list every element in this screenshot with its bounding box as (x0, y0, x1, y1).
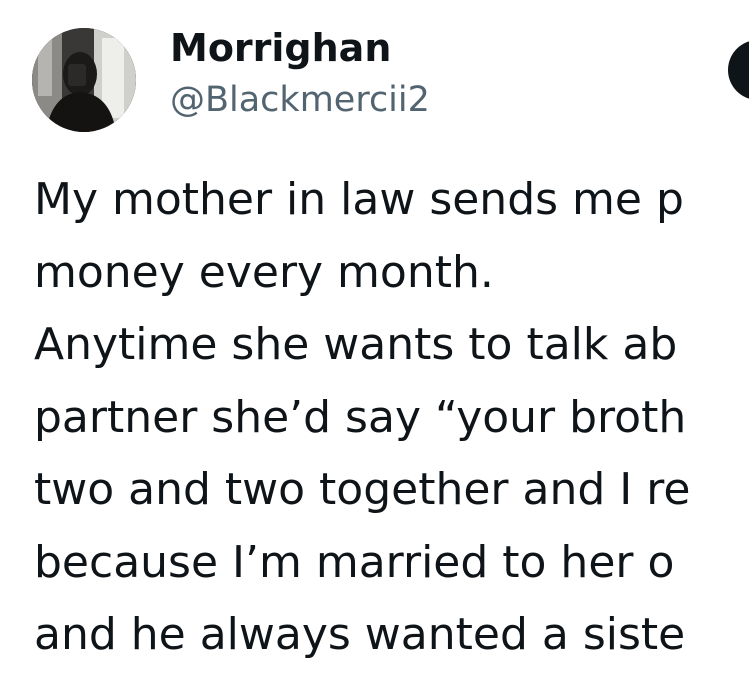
tweet-text: My mother in law sends me p money every … (34, 164, 749, 672)
avatar[interactable] (32, 28, 136, 132)
avatar-image (32, 28, 136, 132)
follow-button[interactable] (728, 40, 749, 100)
tweet-text-line: and he always wanted a siste (34, 609, 686, 660)
display-name[interactable]: Morrighan (170, 22, 391, 74)
tweet-text-line: two and two together and I re (34, 464, 691, 515)
tweet-text-line: partner she’d say “your broth (34, 391, 687, 443)
user-handle[interactable]: @Blackmercii2 (170, 76, 430, 124)
tweet-text-line: money every month. (34, 246, 494, 298)
tweet-text-line: Anytime she wants to talk ab (34, 319, 678, 370)
tweet-text-line: My mother in law sends me p (34, 174, 684, 225)
tweet-card: Morrighan @Blackmercii2 My mother in law… (0, 0, 749, 692)
tweet-text-line: because I’m married to her o (34, 536, 675, 588)
